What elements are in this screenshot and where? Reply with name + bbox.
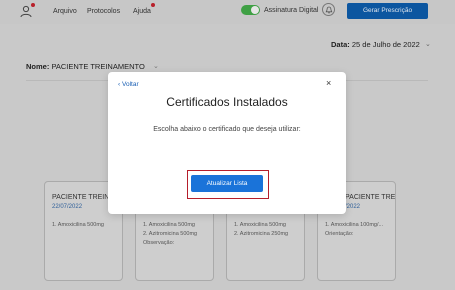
bell-icon[interactable] <box>322 3 335 16</box>
generate-prescription-button[interactable]: Gerar Prescrição <box>347 3 428 19</box>
modal-title: Certificados Instalados <box>166 95 288 109</box>
chevron-left-icon: ‹ <box>118 81 121 88</box>
card-line: Observação: <box>143 240 175 246</box>
notification-dot <box>31 3 35 7</box>
top-bar: Arquivo Protocolos Ajuda Assinatura Digi… <box>0 0 455 24</box>
certificates-modal: ‹ Voltar × Certificados Instalados Escol… <box>108 72 346 214</box>
date-label: Data: <box>331 40 350 49</box>
menu-arquivo[interactable]: Arquivo <box>53 8 77 15</box>
digital-signature-toggle[interactable] <box>241 5 260 15</box>
card-line: 2. Azitromicina 500mg <box>143 231 198 237</box>
card-line: 1. Amoxicilina 500mg <box>52 222 104 228</box>
date-value: 25 de Julho de 2022 <box>351 40 420 49</box>
date-field[interactable]: Data: 25 de Julho de 2022 <box>331 40 420 49</box>
card-date: /2022 <box>345 204 361 210</box>
card-line: 1. Amoxicilina 500mg <box>143 222 195 228</box>
name-value: PACIENTE TREINAMENTO <box>51 62 145 71</box>
card-title: PACIENTE TREIN... <box>345 194 395 201</box>
card-line: 1. Amoxicilina 100mg/... <box>325 222 384 228</box>
digital-signature-label: Assinatura Digital <box>264 7 319 14</box>
chevron-down-icon[interactable]: ⌄ <box>425 40 431 48</box>
card-line: 2. Azitromicina 250mg <box>234 231 289 237</box>
menu-protocolos[interactable]: Protocolos <box>87 8 120 15</box>
back-label: Voltar <box>121 81 139 88</box>
card-line: Orientação: <box>325 231 354 237</box>
chevron-down-icon[interactable]: ⌄ <box>153 62 159 70</box>
patient-name-field[interactable]: Nome: PACIENTE TREINAMENTO <box>26 62 145 71</box>
toggle-knob <box>251 6 259 14</box>
card-line: 1. Amoxicilina 500mg <box>234 222 286 228</box>
notification-dot <box>151 3 155 7</box>
menu-ajuda[interactable]: Ajuda <box>133 8 151 15</box>
modal-subtitle: Escolha abaixo o certificado que deseja … <box>153 126 301 133</box>
back-link[interactable]: ‹ Voltar <box>118 81 139 88</box>
close-icon[interactable]: × <box>326 78 331 88</box>
refresh-list-button[interactable]: Atualizar Lista <box>191 175 263 192</box>
card-date: 22/07/2022 <box>52 204 83 210</box>
name-label: Nome: <box>26 62 50 71</box>
